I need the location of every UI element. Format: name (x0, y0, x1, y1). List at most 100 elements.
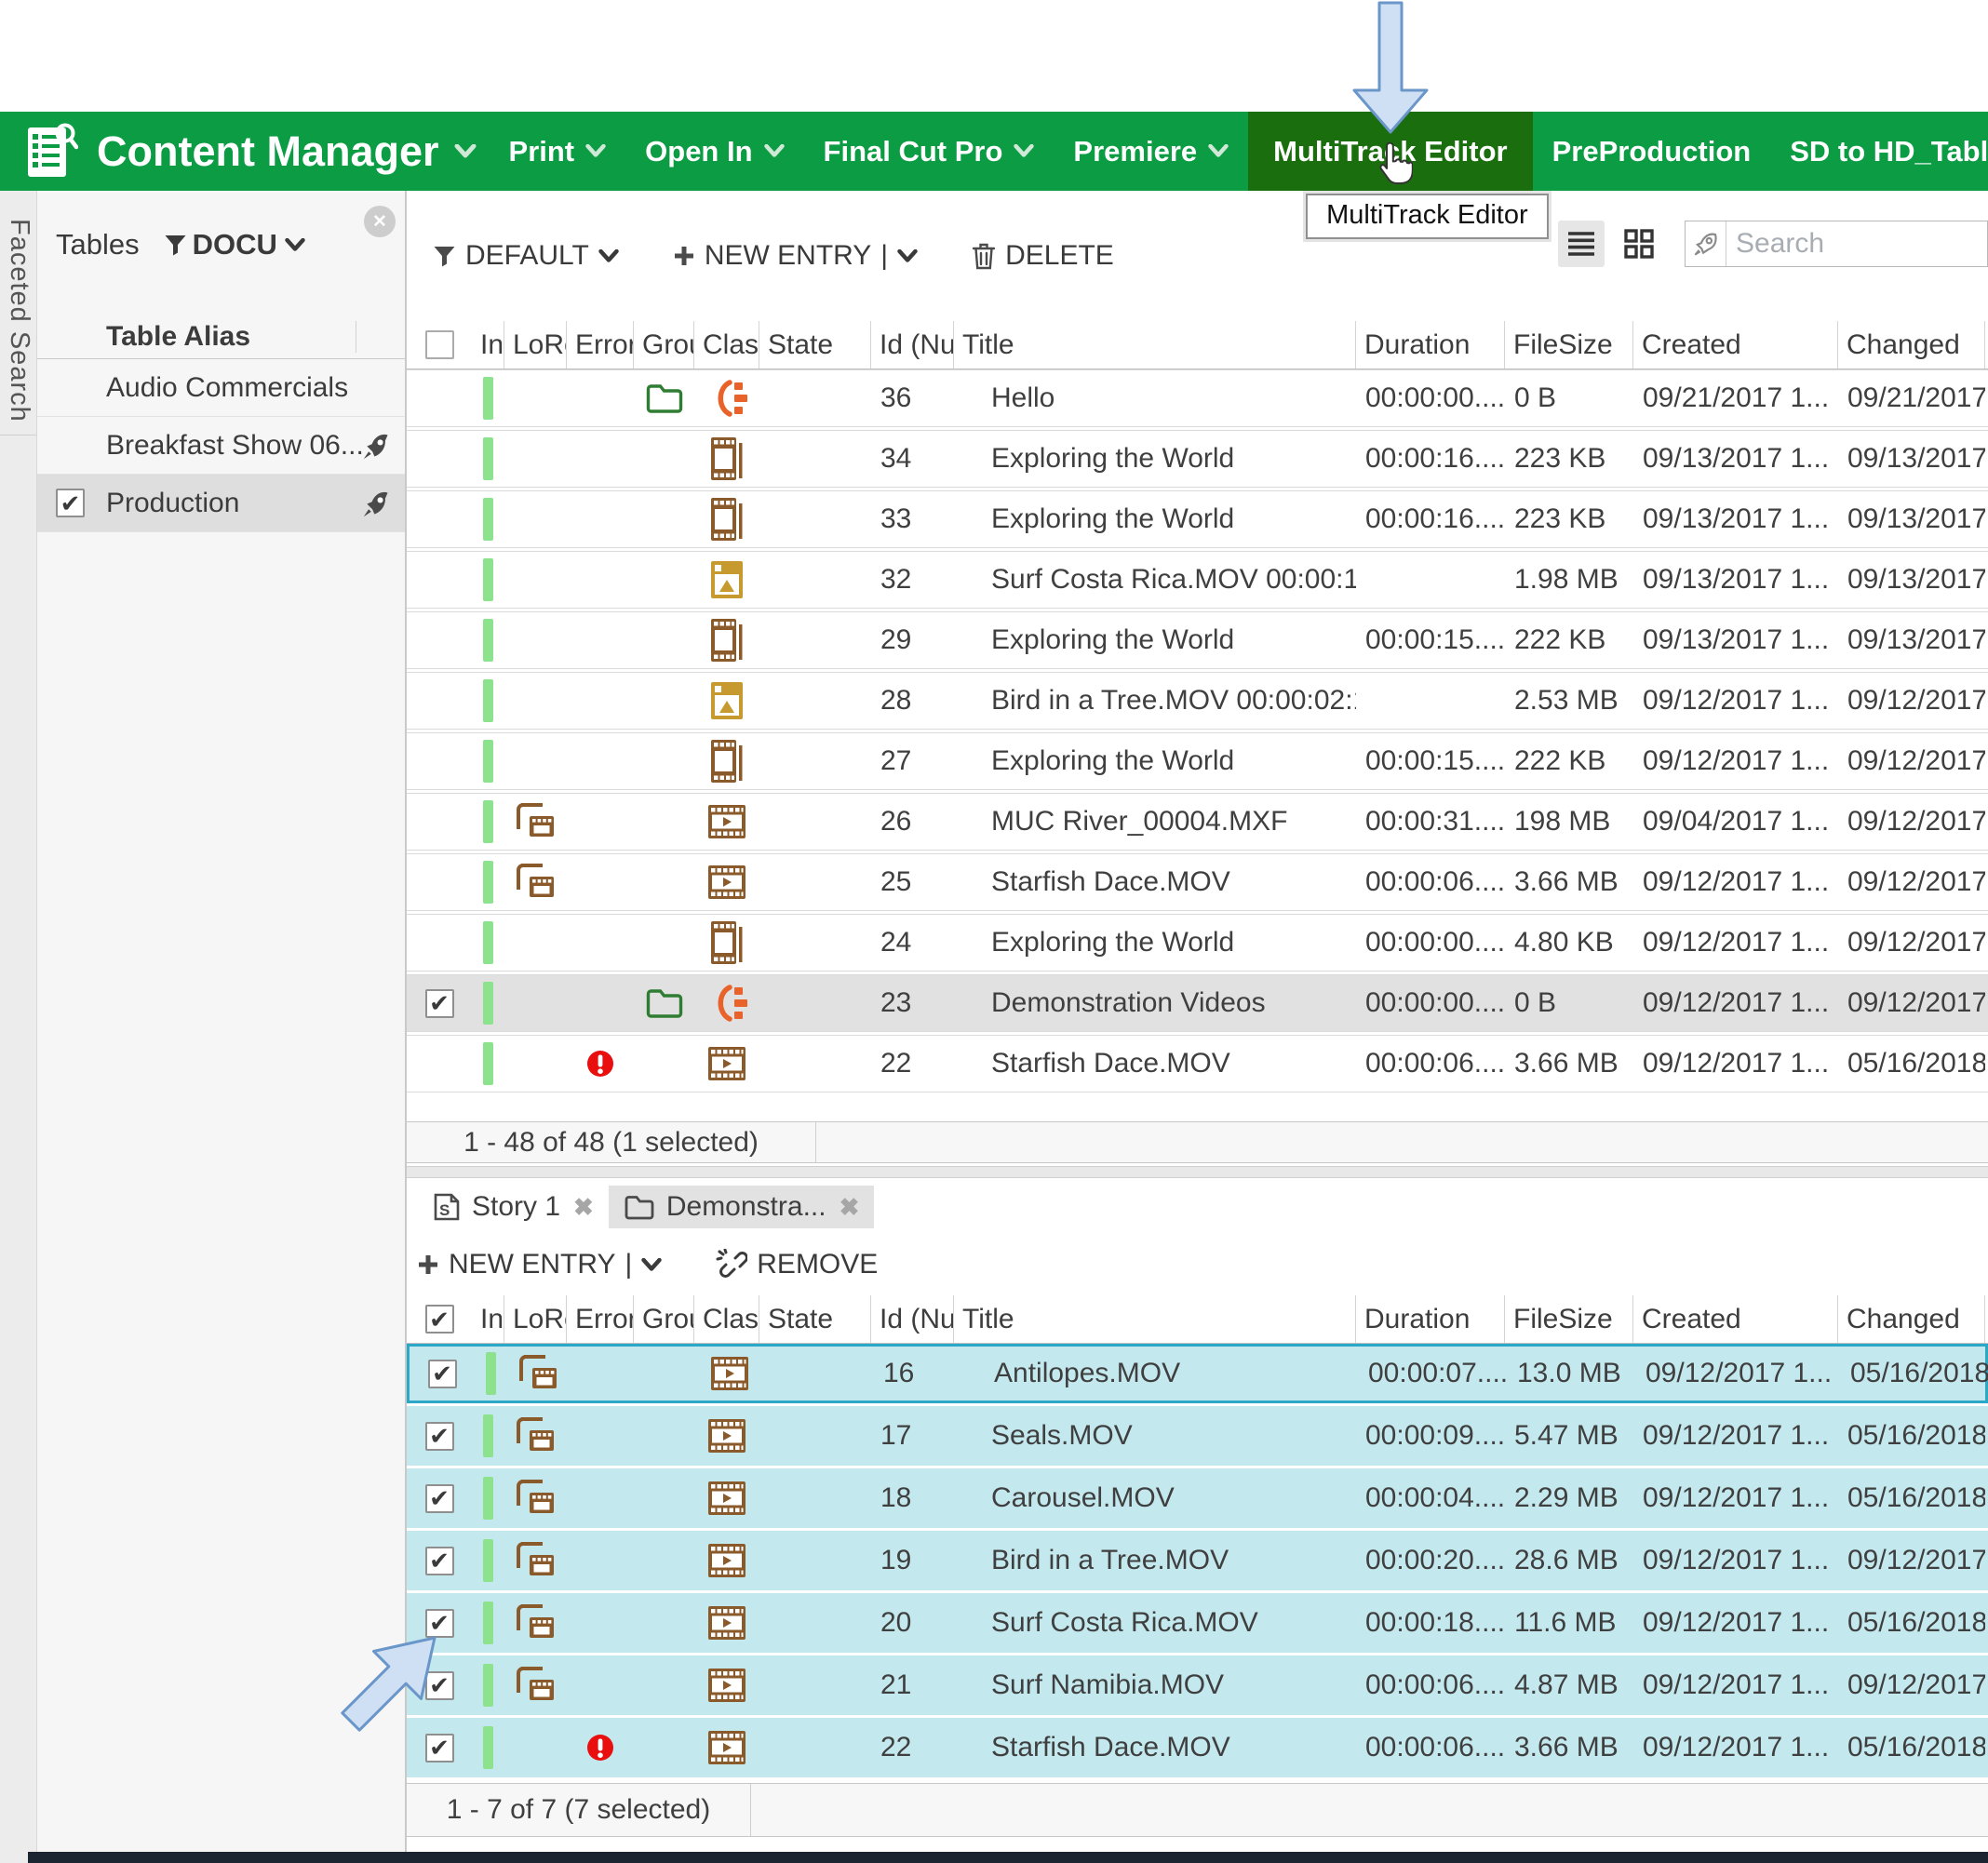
column-header-error[interactable]: Error (567, 1295, 634, 1343)
class-cell (694, 794, 759, 850)
table-row[interactable]: 29Exploring the World00:00:15....222 KB0… (407, 611, 1988, 669)
column-header-title[interactable]: Title (954, 321, 1356, 369)
table-row[interactable]: 28Bird in a Tree.MOV 00:00:02:122.53 MB0… (407, 672, 1988, 730)
grid-view-button[interactable] (1616, 221, 1662, 267)
table-row[interactable]: ✔18Carousel.MOV00:00:04....2.29 MB09/12/… (407, 1468, 1988, 1528)
filter-default-button[interactable]: DEFAULT (433, 240, 619, 272)
select-all-checkbox[interactable] (425, 330, 454, 359)
list-view-button[interactable] (1558, 221, 1605, 267)
column-header-in[interactable]: In (472, 1295, 504, 1343)
table-row[interactable]: 26MUC River_00004.MXF00:00:31....198 MB0… (407, 793, 1988, 851)
table-row[interactable]: ✔21Surf Namibia.MOV00:00:06....4.87 MB09… (407, 1655, 1988, 1715)
in-cell (472, 491, 504, 547)
checkbox-cell (407, 915, 472, 971)
row-checkbox[interactable]: ✔ (425, 1547, 454, 1575)
new-entry-button-lower[interactable]: NEW ENTRY | (417, 1249, 662, 1280)
column-header-id-numb[interactable]: Id (Numb (871, 1295, 954, 1343)
column-header-filesize[interactable]: FileSize (1505, 321, 1633, 369)
column-header-lore[interactable]: LoRe (504, 321, 567, 369)
menu-item-print[interactable]: Print (490, 112, 626, 191)
table-row[interactable]: 33Exploring the World00:00:16....223 KB0… (407, 490, 1988, 548)
clip-icon (706, 1541, 747, 1580)
column-header-filesize[interactable]: FileSize (1505, 1295, 1633, 1343)
column-header-state[interactable]: State (759, 321, 871, 369)
rocket-icon[interactable] (362, 489, 392, 518)
app-title-chevron-icon[interactable] (454, 144, 477, 159)
table-row[interactable]: ✔16Antilopes.MOV00:00:07....13.0 MB09/12… (407, 1344, 1988, 1403)
sidebar-item-audio-commercials[interactable]: Audio Commercials (37, 359, 405, 417)
menu-item-label: PreProduction (1552, 135, 1752, 168)
unlink-icon (716, 1249, 747, 1280)
column-header-error[interactable]: Error (567, 321, 634, 369)
faceted-search-strip[interactable]: Faceted Search (0, 191, 37, 1863)
rocket-icon[interactable] (1686, 221, 1726, 266)
column-header-changed[interactable]: Changed (1838, 1295, 1985, 1343)
column-header-changed[interactable]: Changed (1838, 321, 1985, 369)
table-row[interactable]: ✔22Starfish Dace.MOV00:00:06....3.66 MB0… (407, 1718, 1988, 1777)
error-cell (567, 854, 634, 910)
tab-close-icon[interactable]: ✖ (573, 1193, 594, 1222)
column-header-created[interactable]: Created (1633, 1295, 1838, 1343)
tables-filter-bar[interactable]: Tables DOCU (56, 228, 405, 261)
row-checkbox[interactable]: ✔ (425, 1734, 454, 1762)
select-all-checkbox[interactable]: ✔ (425, 1305, 454, 1334)
column-header-id-numb[interactable]: Id (Numb (871, 321, 954, 369)
table-row[interactable]: 24Exploring the World00:00:00....4.80 KB… (407, 914, 1988, 972)
error-cell (567, 975, 634, 1031)
remove-button[interactable]: REMOVE (716, 1249, 878, 1280)
table-row[interactable]: ✔23Demonstration Videos00:00:00....0 B09… (407, 974, 1988, 1032)
table-row[interactable]: 36Hello00:00:00....0 B09/21/2017 1...09/… (407, 369, 1988, 427)
table-row[interactable]: 25Starfish Dace.MOV00:00:06....3.66 MB09… (407, 853, 1988, 911)
menu-item-final-cut-pro[interactable]: Final Cut Pro (804, 112, 1054, 191)
table-row[interactable]: ✔19Bird in a Tree.MOV00:00:20....28.6 MB… (407, 1531, 1988, 1590)
new-entry-button[interactable]: NEW ENTRY | (673, 240, 918, 272)
tab-close-icon[interactable]: ✖ (840, 1193, 860, 1222)
menu-item-open-in[interactable]: Open In (625, 112, 803, 191)
sidebar-item-production[interactable]: ✔Production (37, 475, 405, 532)
row-checkbox[interactable]: ✔ (428, 1360, 457, 1388)
column-header-state[interactable]: State (759, 1295, 871, 1343)
table-row[interactable]: ✔20Surf Costa Rica.MOV00:00:18....11.6 M… (407, 1593, 1988, 1653)
tab-story-1[interactable]: S Story 1 ✖ (418, 1186, 609, 1228)
menu-item-multitrack-editor[interactable]: MultiTrack EditorMultiTrack Editor (1248, 112, 1532, 191)
column-header-title[interactable]: Title (954, 1295, 1356, 1343)
table-row[interactable]: 22Starfish Dace.MOV00:00:06....3.66 MB09… (407, 1035, 1988, 1092)
rocket-icon[interactable] (362, 431, 392, 461)
branch-icon (705, 377, 748, 420)
row-checkbox[interactable]: ✔ (425, 1484, 454, 1513)
menu-item-premiere[interactable]: Premiere (1054, 112, 1248, 191)
class-cell (694, 1531, 759, 1590)
column-header-in[interactable]: In (472, 321, 504, 369)
row-checkbox[interactable]: ✔ (425, 1609, 454, 1638)
table-row[interactable]: 27Exploring the World00:00:15....222 KB0… (407, 732, 1988, 790)
clip-icon (706, 1728, 747, 1767)
delete-button[interactable]: DELETE (972, 240, 1114, 272)
column-header-duration[interactable]: Duration (1356, 1295, 1505, 1343)
menu-item-preproduction[interactable]: PreProduction (1533, 112, 1771, 191)
select-all-checkbox-cell: ✔ (407, 1295, 472, 1343)
table-checkbox[interactable]: ✔ (56, 489, 85, 517)
column-header-class[interactable]: Class (694, 1295, 759, 1343)
column-header-created[interactable]: Created (1633, 321, 1838, 369)
search-input[interactable] (1726, 228, 1987, 260)
tables-filter-chevron-icon[interactable] (285, 238, 305, 252)
row-checkbox[interactable]: ✔ (425, 1671, 454, 1700)
column-header-grou[interactable]: Grou (634, 321, 694, 369)
table-row[interactable]: ✔17Seals.MOV00:00:09....5.47 MB09/12/201… (407, 1406, 1988, 1466)
column-header-class[interactable]: Class (694, 321, 759, 369)
column-header-lore[interactable]: LoRe (504, 1295, 567, 1343)
column-header-grou[interactable]: Grou (634, 1295, 694, 1343)
lore-icon (517, 1353, 560, 1394)
table-row[interactable]: 32Surf Costa Rica.MOV 00:00:1...1.98 MB0… (407, 551, 1988, 609)
tab-demonstration-videos[interactable]: Demonstra... ✖ (609, 1186, 875, 1228)
menu-item-sd-to-hd-table-a-b[interactable]: SD to HD_Table: A-B (1770, 112, 1988, 191)
table-alias-header[interactable]: Table Alias (37, 315, 405, 359)
column-header-duration[interactable]: Duration (1356, 321, 1505, 369)
table-row-partial[interactable] (407, 1095, 1988, 1121)
table-row[interactable]: 34Exploring the World00:00:16....223 KB0… (407, 430, 1988, 488)
row-checkbox[interactable]: ✔ (425, 1422, 454, 1451)
sidebar-item-breakfast-show-06-[interactable]: Breakfast Show 06... (37, 417, 405, 475)
sidebar-close-icon[interactable]: ✕ (364, 206, 396, 237)
row-checkbox[interactable]: ✔ (425, 989, 454, 1018)
panel-splitter[interactable] (407, 1166, 1988, 1178)
